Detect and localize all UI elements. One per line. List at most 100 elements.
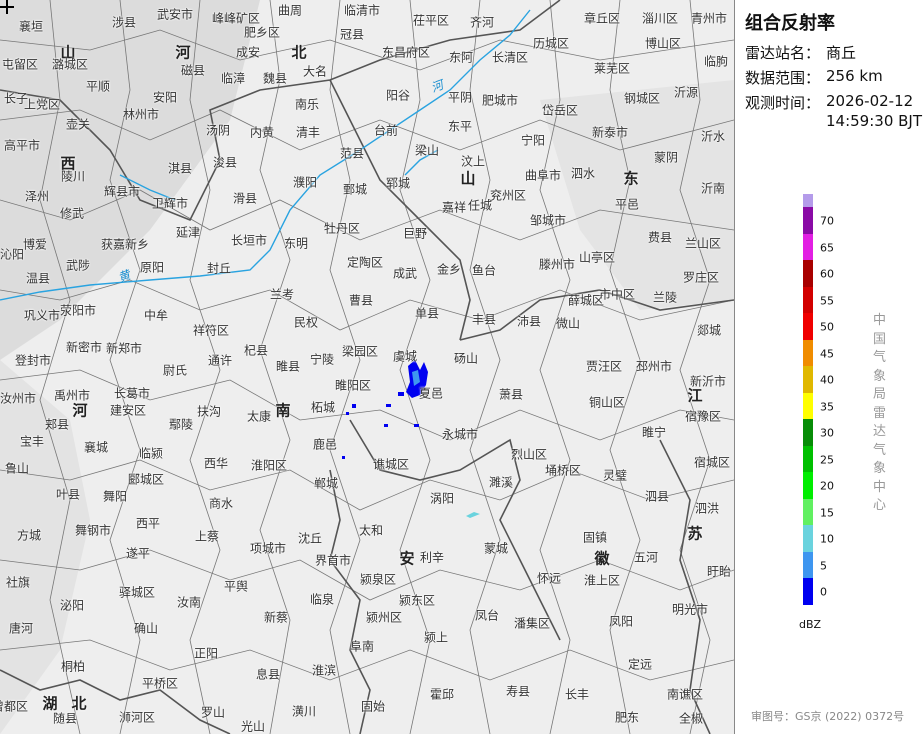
place-label: 章丘区 [583,11,621,26]
legend-tick-label: 70 [820,214,834,228]
place-label: 太和 [358,523,384,538]
place-label: 濉溪 [488,475,514,490]
legend-tick-label: 50 [820,320,834,334]
legend-tick-label: 0 [820,585,827,599]
place-label: 襄垣 [18,19,44,34]
place-label: 郏县 [44,417,70,432]
place-label: 曲周 [277,3,303,18]
place-label: 中牟 [143,308,169,323]
place-label: 寿县 [505,684,531,699]
place-label: 宿城区 [693,455,731,470]
legend-swatch [803,419,813,446]
place-label: 荥阳市 [59,303,97,318]
place-label: 确山 [133,621,159,636]
place-label: 新泰市 [591,125,629,140]
place-label: 汝州市 [0,391,37,406]
place-label: 清丰 [295,125,321,140]
place-label: 郯城 [696,323,722,338]
place-label: 谯城区 [372,457,410,472]
province-label: 北 [291,43,307,62]
place-label: 睢宁 [641,425,667,440]
place-label: 上党区 [23,97,61,112]
place-label: 登封市 [14,353,52,368]
place-label: 潘集区 [513,616,551,631]
place-label: 修武 [59,206,85,221]
place-label: 东阿 [448,50,474,65]
place-label: 鲁山 [4,461,30,476]
date-value: 2026-02-12 [826,92,914,110]
place-label: 襄城 [83,440,109,455]
legend-swatch [803,233,813,260]
place-label: 睢阳区 [334,378,372,393]
place-label: 沛县 [516,314,542,329]
place-label: 冠县 [339,27,365,42]
place-label: 定陶区 [346,255,384,270]
place-label: 临颍 [138,446,164,461]
place-label: 原阳 [139,260,165,275]
place-label: 叶县 [55,487,81,502]
place-label: 项城市 [249,541,287,556]
place-label: 嘉祥 [441,200,467,215]
place-label: 东平 [447,119,473,134]
place-label: 罗山 [200,705,226,720]
place-label: 浚县 [212,155,238,170]
province-label: 苏 [687,524,703,543]
legend-unit: dBZ [799,618,822,631]
place-label: 民权 [293,315,319,330]
place-label: 灵璧 [602,468,628,483]
time-row: 观测时间： 2026-02-12 [745,92,913,113]
place-label: 微山 [555,316,581,331]
place-label: 商水 [208,496,234,511]
place-label: 舞钢市 [74,523,112,538]
place-label: 泗水 [570,166,596,181]
place-label: 市中区 [598,287,636,302]
place-label: 西华 [203,456,229,471]
place-label: 阜南 [349,639,375,654]
place-label: 陵川 [60,169,86,184]
place-label: 桐柏 [60,659,86,674]
place-label: 淮阳区 [250,458,288,473]
place-label: 铜山区 [588,395,626,410]
place-label: 颍泉区 [359,572,397,587]
legend-swatch [803,194,813,207]
place-label: 社旗 [5,575,31,590]
province-label: 徽 [594,549,610,568]
place-label: 新密市 [65,340,103,355]
place-label: 浉河区 [118,710,156,725]
place-label: 固镇 [582,530,608,545]
place-label: 费县 [647,230,673,245]
place-label: 博山区 [644,36,682,51]
place-label: 颍东区 [398,593,436,608]
place-label: 丰县 [471,312,497,327]
place-label: 莱芜区 [593,61,631,76]
place-label: 获嘉 [100,237,126,252]
place-label: 博爱 [22,237,48,252]
place-label: 淄川区 [641,11,679,26]
place-label: 大名 [302,64,328,79]
place-label: 怀远 [536,571,562,586]
place-label: 长垣市 [230,233,268,248]
radar-map[interactable]: 山西河北山东河南江安徽苏湖北 河黄 襄垣 涉县 武安市 峰峰矿区 曲周 临清市 茌平区 齐河章… [0,0,734,734]
place-label: 平顺 [85,79,111,94]
place-label: 齐河 [469,15,495,30]
place-label: 新郑市 [105,341,143,356]
place-label: 安阳 [152,90,178,105]
place-label: 罗庄区 [682,270,720,285]
place-label: 颍州区 [365,610,403,625]
place-label: 卫辉市 [151,196,189,211]
place-label: 柘城 [310,400,336,415]
place-label: 成安 [235,45,261,60]
legend-tick-label: 65 [820,241,834,254]
legend-tick-label: 60 [820,267,834,281]
place-label: 辉县市 [103,184,141,199]
legend-swatch [803,286,813,313]
place-label: 新沂市 [689,374,727,389]
place-label: 肥东 [614,710,640,725]
place-label: 林州市 [122,107,160,122]
place-label: 宁阳 [520,133,546,148]
place-label: 扶沟 [196,404,222,419]
place-label: 南谯区 [666,687,704,702]
legend-swatch [803,313,813,340]
legend-swatch [803,551,813,578]
place-label: 郸城 [313,476,339,491]
